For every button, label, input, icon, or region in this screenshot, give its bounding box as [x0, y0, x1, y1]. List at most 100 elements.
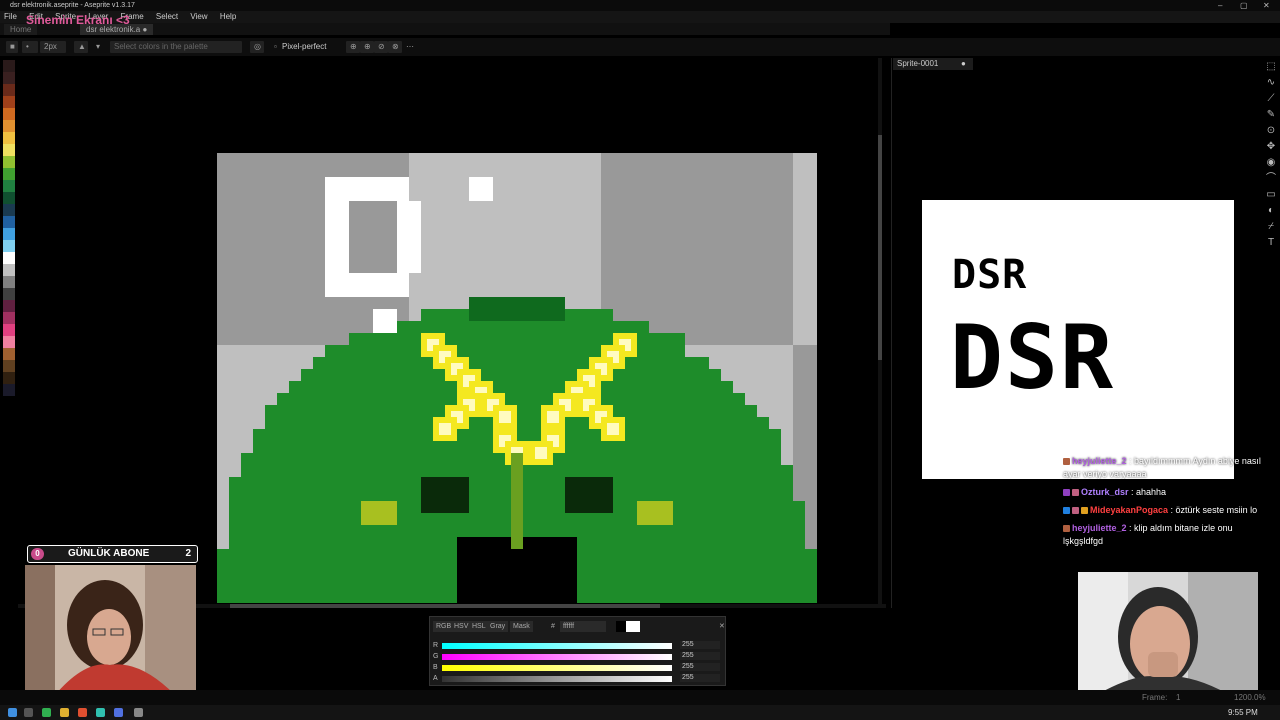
palette-swatch[interactable]	[3, 264, 15, 276]
app-icon[interactable]	[96, 708, 105, 717]
menu-view[interactable]: View	[190, 12, 207, 21]
menu-file[interactable]: File	[4, 12, 17, 21]
chat-username[interactable]: Ozturk_dsr	[1081, 487, 1129, 497]
text-tool-icon[interactable]: T	[1264, 236, 1278, 250]
brush-size-field[interactable]: 2px	[40, 41, 66, 53]
palette-selector-input[interactable]: Select colors in the palette	[110, 41, 242, 53]
palette-swatch[interactable]	[3, 180, 15, 192]
rectangle-tool-icon[interactable]: ▭	[1264, 188, 1278, 202]
symmetry-options-icon[interactable]: ⊗	[388, 41, 402, 53]
palette-swatch[interactable]	[3, 168, 15, 180]
chat-username[interactable]: MideyakanPogaca	[1090, 505, 1168, 515]
palette-swatch[interactable]	[3, 276, 15, 288]
channel-g-value[interactable]: 255	[680, 652, 720, 660]
frame-value[interactable]: 1	[1176, 690, 1180, 705]
palette-swatch[interactable]	[3, 216, 15, 228]
preview-text-large: DSR	[950, 306, 1115, 409]
color-palette	[3, 60, 15, 530]
zoom-level[interactable]: 1200.0%	[1234, 690, 1266, 705]
chat-username[interactable]: heyjuliette_2	[1072, 456, 1127, 466]
fill-tool-icon[interactable]: ◉	[1264, 156, 1278, 170]
curve-tool-icon[interactable]: ⌒	[1264, 172, 1278, 186]
channel-b-value[interactable]: 255	[680, 663, 720, 671]
spark-pixel	[547, 411, 559, 423]
wand-tool-icon[interactable]: ⟋	[1264, 92, 1278, 106]
chrome-icon[interactable]	[78, 708, 87, 717]
palette-swatch[interactable]	[3, 204, 15, 216]
palette-swatch[interactable]	[3, 120, 15, 132]
chat-badge-icon	[1063, 458, 1070, 466]
close-button[interactable]: ✕	[1263, 0, 1270, 11]
marquee-tool-icon[interactable]: ⬚	[1264, 60, 1278, 74]
checker-tile	[793, 153, 817, 345]
more-options-icon[interactable]: ⋯	[402, 41, 414, 53]
palette-swatch[interactable]	[3, 300, 15, 312]
channel-r-label: R	[433, 642, 439, 649]
start-icon[interactable]	[8, 708, 17, 717]
brush-type-icon[interactable]: ■	[6, 41, 18, 53]
foreground-swatch[interactable]	[616, 621, 626, 632]
palette-swatch[interactable]	[3, 384, 15, 396]
palette-swatch[interactable]	[3, 60, 15, 72]
menu-select[interactable]: Select	[156, 12, 178, 21]
channel-r-slider[interactable]	[442, 643, 672, 649]
channel-g-slider[interactable]	[442, 654, 672, 660]
preview-tab[interactable]: Sprite-0001 ●	[893, 58, 973, 70]
dynamics-icon[interactable]: ◎	[250, 41, 264, 53]
channel-b-slider[interactable]	[442, 665, 672, 671]
palette-swatch[interactable]	[3, 336, 15, 348]
menu-help[interactable]: Help	[220, 12, 236, 21]
symmetry-icon[interactable]: ⊕	[346, 41, 360, 53]
palette-swatch[interactable]	[3, 240, 15, 252]
background-swatch[interactable]	[626, 621, 640, 632]
spark-pixel	[607, 423, 619, 435]
channel-r-value[interactable]: 255	[680, 641, 720, 649]
palette-swatch[interactable]	[3, 252, 15, 264]
minimize-button[interactable]: –	[1218, 0, 1222, 11]
palette-swatch[interactable]	[3, 132, 15, 144]
palette-swatch[interactable]	[3, 360, 15, 372]
palette-swatch[interactable]	[3, 312, 15, 324]
horizontal-scroll-thumb[interactable]	[230, 604, 660, 608]
eyedropper-tool-icon[interactable]: ⌿	[1264, 220, 1278, 234]
move-tool-icon[interactable]: ✥	[1264, 140, 1278, 154]
lasso-tool-icon[interactable]: ∿	[1264, 76, 1278, 90]
palette-swatch[interactable]	[3, 324, 15, 336]
palette-swatch[interactable]	[3, 108, 15, 120]
symmetry-vertical-icon[interactable]: ⊘	[374, 41, 388, 53]
symmetry-horizontal-icon[interactable]: ⊕	[360, 41, 374, 53]
palette-swatch[interactable]	[3, 156, 15, 168]
palette-swatch[interactable]	[3, 96, 15, 108]
spray-tool-icon[interactable]: ⊙	[1264, 124, 1278, 138]
pencil-tool-icon[interactable]: ✎	[1264, 108, 1278, 122]
ink-icon[interactable]: ▲	[74, 41, 88, 53]
tab-mask[interactable]: Mask	[510, 621, 533, 632]
search-icon[interactable]	[24, 708, 33, 717]
whatsapp-icon[interactable]	[42, 708, 51, 717]
palette-swatch[interactable]	[3, 72, 15, 84]
discord-icon[interactable]	[114, 708, 123, 717]
ink-dropdown-icon[interactable]: ▾	[92, 41, 104, 53]
close-icon[interactable]: ✕	[716, 621, 728, 632]
palette-swatch[interactable]	[3, 228, 15, 240]
palette-swatch[interactable]	[3, 348, 15, 360]
palette-swatch[interactable]	[3, 192, 15, 204]
palette-swatch[interactable]	[3, 288, 15, 300]
vertical-scroll-thumb[interactable]	[878, 135, 882, 360]
blur-tool-icon[interactable]: ◐	[1264, 204, 1278, 218]
channel-a-value[interactable]: 255	[680, 674, 720, 682]
brush-shape-icon[interactable]: •	[22, 41, 38, 53]
palette-swatch[interactable]	[3, 84, 15, 96]
chat-username[interactable]: heyjuliette_2	[1072, 523, 1127, 533]
channel-a-slider[interactable]	[442, 676, 672, 682]
folder-icon[interactable]	[60, 708, 69, 717]
maximize-button[interactable]: ▢	[1240, 0, 1248, 11]
palette-swatch[interactable]	[3, 372, 15, 384]
sprite-canvas[interactable]	[217, 153, 817, 603]
hex-input[interactable]: ffffff	[560, 621, 606, 632]
aseprite-icon[interactable]	[134, 708, 143, 717]
tab-hsl[interactable]: HSL	[469, 621, 489, 632]
tab-gray[interactable]: Gray	[487, 621, 509, 632]
chat-badge-icon	[1081, 507, 1088, 515]
palette-swatch[interactable]	[3, 144, 15, 156]
